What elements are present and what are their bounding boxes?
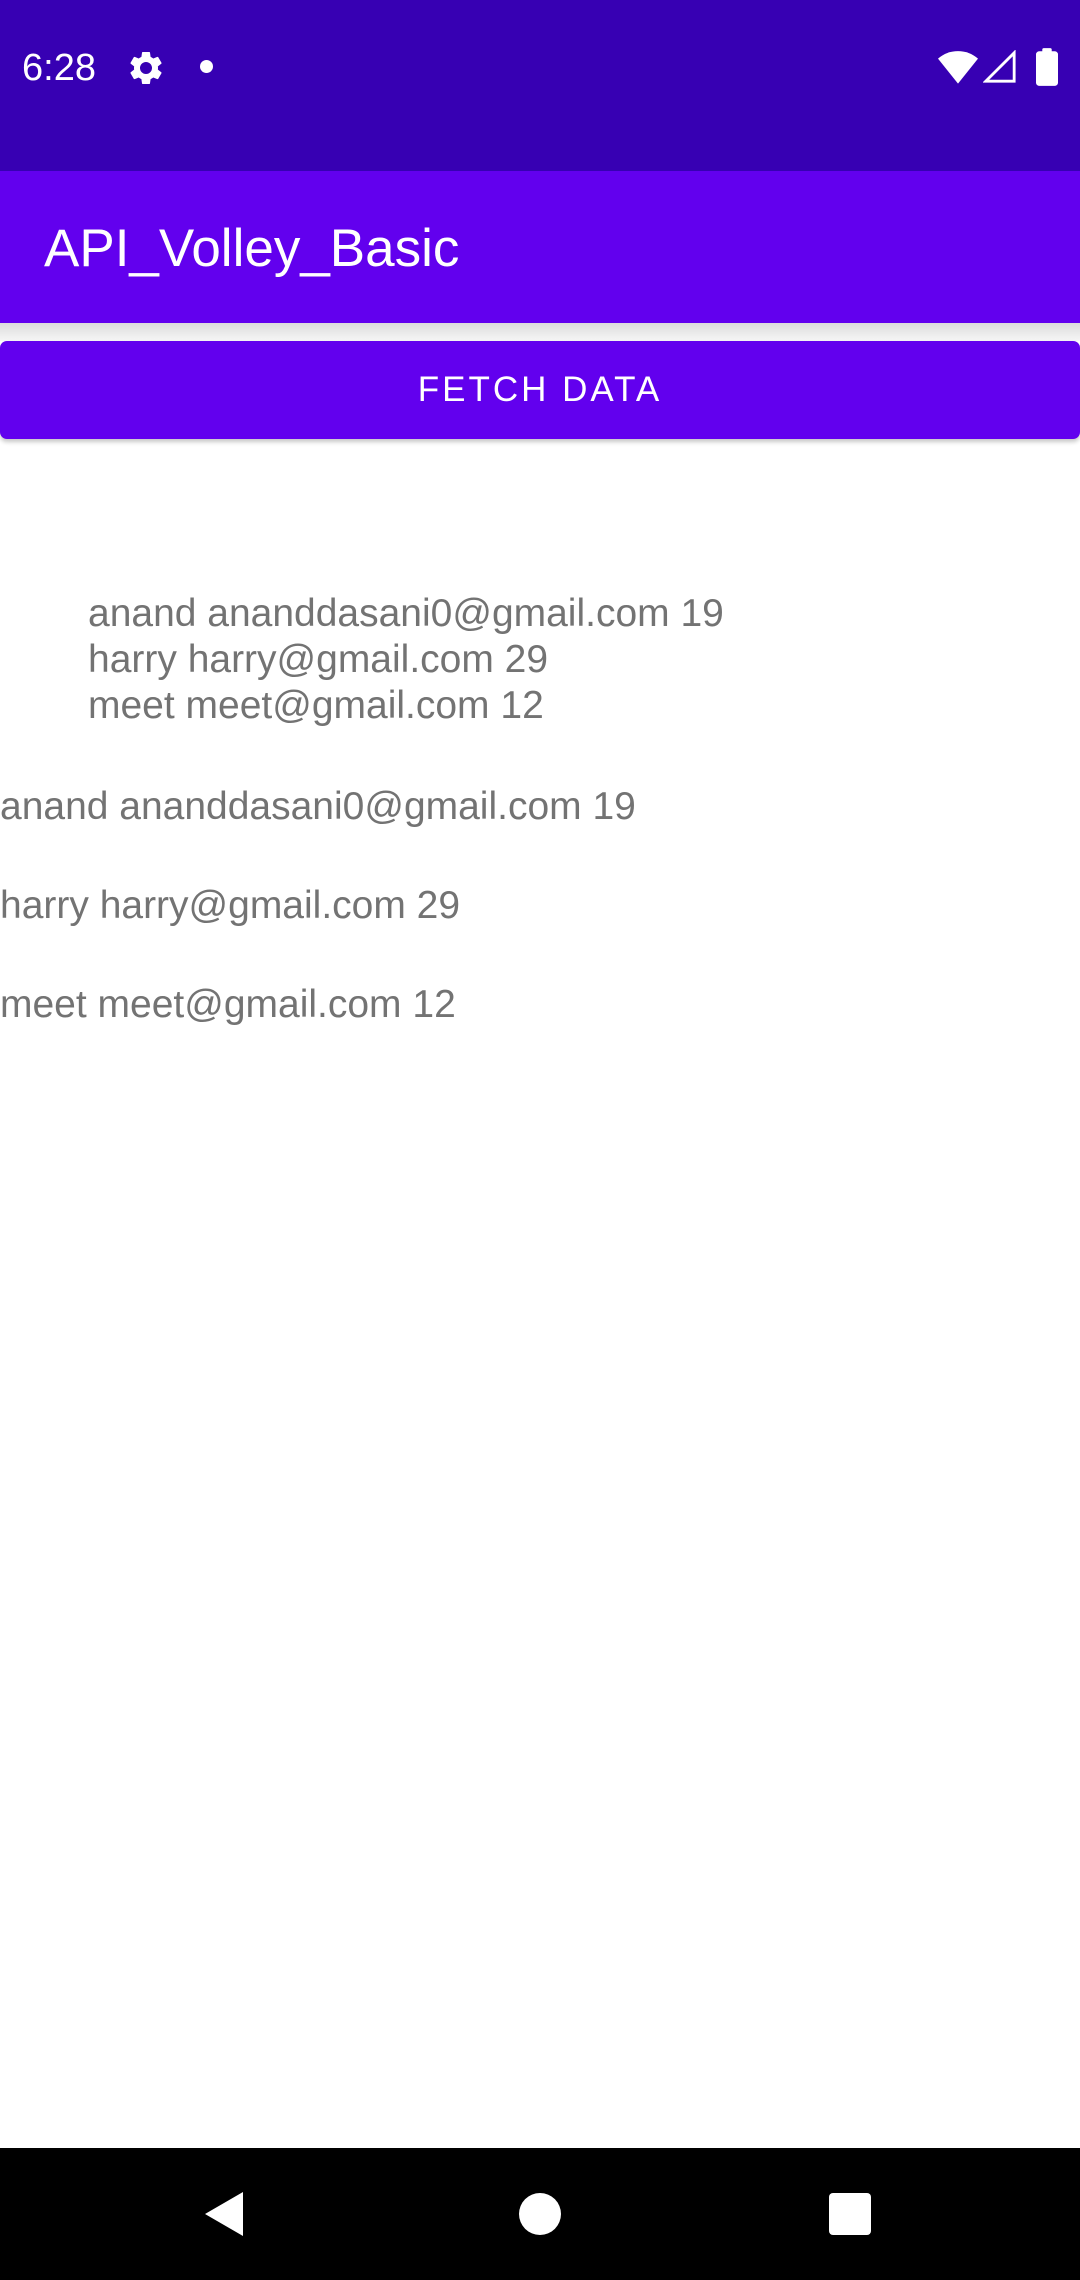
app-screen: 6:28 API_Volley_Basic FETCH DATA anand a… <box>0 0 1080 2280</box>
user-list: anand ananddasani0@gmail.com 19 harry ha… <box>0 784 1080 1081</box>
app-bar-shadow <box>0 323 1080 341</box>
list-item[interactable]: harry harry@gmail.com 29 <box>0 883 1080 982</box>
home-icon[interactable] <box>519 2193 561 2235</box>
back-icon[interactable] <box>203 2190 247 2238</box>
fetch-data-button[interactable]: FETCH DATA <box>0 341 1080 439</box>
response-text-block: anand ananddasani0@gmail.com 19 harry ha… <box>88 591 724 729</box>
list-item[interactable]: anand ananddasani0@gmail.com 19 <box>0 784 1080 883</box>
wifi-icon <box>938 51 978 84</box>
status-time: 6:28 <box>22 47 96 89</box>
response-text-line: meet meet@gmail.com 12 <box>88 684 544 727</box>
recents-icon[interactable] <box>829 2193 871 2235</box>
response-text-line: harry harry@gmail.com 29 <box>88 638 549 681</box>
navigation-bar <box>0 2148 1080 2280</box>
list-item[interactable]: meet meet@gmail.com 12 <box>0 982 1080 1081</box>
notification-dot-icon <box>200 60 213 73</box>
response-text-line: anand ananddasani0@gmail.com 19 <box>88 592 724 635</box>
status-bar: 6:28 <box>0 0 1080 171</box>
battery-icon <box>1036 48 1058 86</box>
cell-signal-icon <box>983 50 1016 83</box>
gear-icon <box>130 51 162 84</box>
app-title: API_Volley_Basic <box>44 219 460 278</box>
app-bar: API_Volley_Basic <box>0 171 1080 323</box>
